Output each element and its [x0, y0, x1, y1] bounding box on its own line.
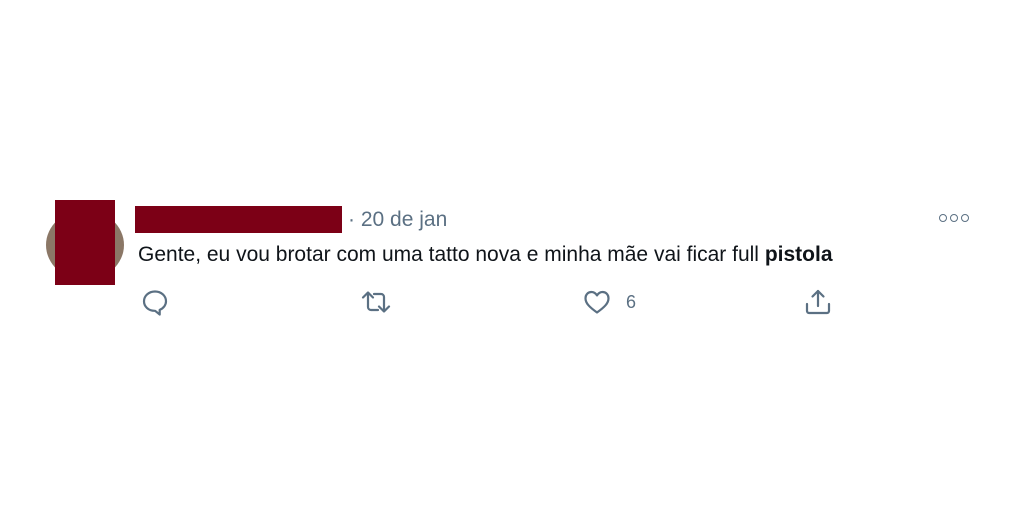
reply-button[interactable] [140, 287, 184, 317]
heart-icon [584, 290, 610, 314]
tweet-date[interactable]: 20 de jan [361, 208, 447, 231]
avatar-redaction [55, 200, 115, 285]
like-count: 6 [626, 291, 637, 312]
tweet-text: Gente, eu vou brotar com uma tatto nova … [138, 241, 833, 269]
more-icon[interactable] [939, 208, 969, 228]
more-dot [950, 214, 958, 222]
author-name-redaction[interactable] [135, 206, 342, 233]
retweet-icon [361, 291, 391, 313]
more-dot [939, 214, 947, 222]
like-button[interactable]: 6 [582, 287, 636, 317]
meta-separator: · [348, 208, 355, 231]
tweet-text-plain: Gente, eu vou brotar com uma tatto nova … [138, 243, 759, 266]
share-button[interactable] [803, 287, 847, 317]
tweet[interactable]: · 20 de jan Gente, eu vou brotar com uma… [0, 0, 1024, 512]
page: · 20 de jan Gente, eu vou brotar com uma… [0, 0, 1024, 512]
comment-icon [142, 290, 168, 316]
retweet-button[interactable] [360, 287, 406, 317]
more-dot [961, 214, 969, 222]
tweet-meta: · 20 de jan [348, 207, 447, 233]
tweet-text-bold: pistola [764, 243, 833, 266]
share-icon [805, 289, 831, 315]
